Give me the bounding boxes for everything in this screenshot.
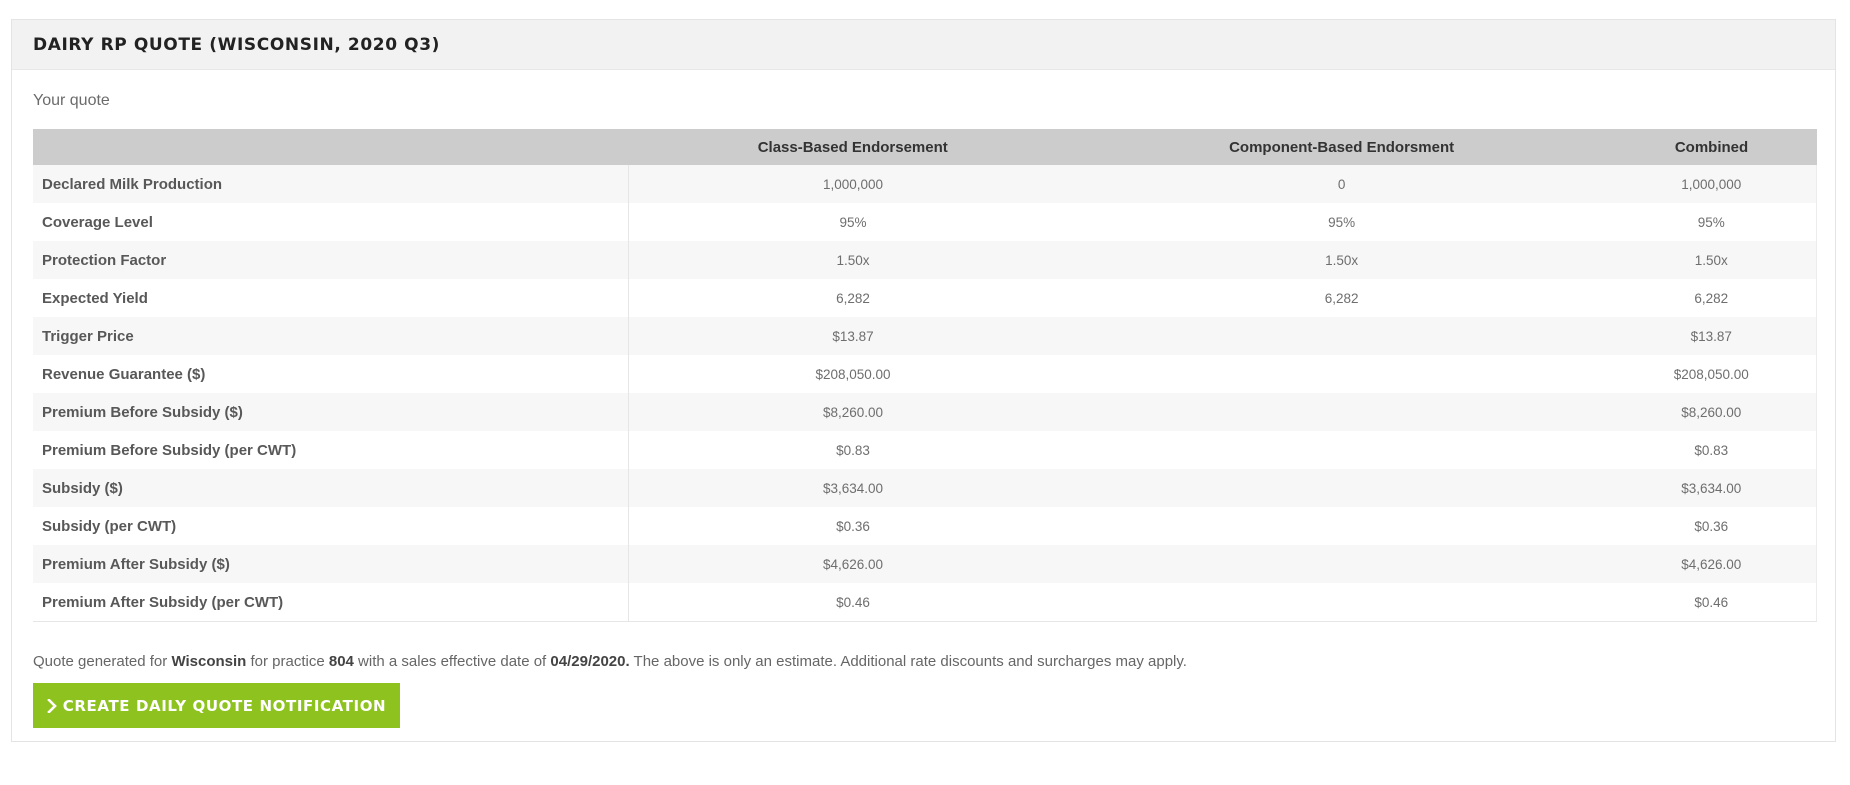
table-row: Trigger Price $13.87 $13.87 (33, 317, 1817, 355)
row-label: Declared Milk Production (33, 165, 630, 203)
table-row: Premium After Subsidy ($) $4,626.00 $4,626… (33, 545, 1817, 583)
table-row: Subsidy (per CWT) $0.36 $0.36 (33, 507, 1817, 545)
header-class-based: Class-Based Endorsement (628, 129, 1077, 165)
cell-component-based (1076, 355, 1607, 393)
cell-component-based (1076, 431, 1607, 469)
create-daily-quote-notification-button[interactable]: CREATE DAILY QUOTE NOTIFICATION (33, 683, 400, 728)
cell-component-based (1076, 507, 1607, 545)
cell-class-based: $13.87 (628, 317, 1077, 355)
cell-class-based: $8,260.00 (628, 393, 1077, 431)
footer-state: Wisconsin (171, 653, 247, 670)
table-row: Revenue Guarantee ($) $208,050.00 $208,050… (33, 355, 1817, 393)
table-row: Declared Milk Production 1,000,000 0 1,000,… (33, 165, 1817, 203)
cell-combined: $0.83 (1606, 431, 1817, 469)
row-label: Premium After Subsidy (per CWT) (33, 583, 630, 622)
cell-combined: $0.46 (1606, 583, 1817, 622)
footer-date: 04/29/2020. (550, 653, 630, 670)
footer-mid1: for practice (246, 653, 329, 670)
row-label: Subsidy (per CWT) (33, 507, 630, 545)
table-row: Expected Yield 6,282 6,282 6,282 (33, 279, 1817, 317)
row-label: Premium Before Subsidy (per CWT) (33, 431, 630, 469)
cell-combined: $13.87 (1606, 317, 1817, 355)
footer-suffix: The above is only an estimate. Additiona… (629, 653, 1187, 670)
table-row: Premium Before Subsidy ($) $8,260.00 $8,26… (33, 393, 1817, 431)
row-label: Subsidy ($) (33, 469, 630, 507)
cell-combined: 1.50x (1606, 241, 1817, 279)
cell-component-based: 0 (1076, 165, 1607, 203)
row-label: Expected Yield (33, 279, 630, 317)
row-label: Premium Before Subsidy ($) (33, 393, 630, 431)
quote-table: Class-Based Endorsement Component-Based … (33, 129, 1817, 622)
cell-combined: $3,634.00 (1606, 469, 1817, 507)
footer-practice: 804 (328, 653, 354, 670)
quote-panel: DAIRY RP QUOTE (WISCONSIN, 2020 Q3) Your… (11, 19, 1836, 742)
cell-component-based (1076, 317, 1607, 355)
cell-component-based (1076, 545, 1607, 583)
cell-class-based: 1.50x (628, 241, 1077, 279)
cell-component-based (1076, 469, 1607, 507)
cell-class-based: 6,282 (628, 279, 1077, 317)
cell-combined: $208,050.00 (1606, 355, 1817, 393)
quote-subtitle: Your quote (33, 92, 110, 109)
cta-label: CREATE DAILY QUOTE NOTIFICATION (62, 696, 387, 715)
row-label: Coverage Level (33, 203, 630, 241)
cell-component-based: 1.50x (1076, 241, 1607, 279)
panel-header: DAIRY RP QUOTE (WISCONSIN, 2020 Q3) (12, 20, 1835, 70)
cell-combined: $4,626.00 (1606, 545, 1817, 583)
cell-combined: 95% (1606, 203, 1817, 241)
cell-component-based (1076, 393, 1607, 431)
cell-combined: $0.36 (1606, 507, 1817, 545)
cell-class-based: $208,050.00 (628, 355, 1077, 393)
table-body: Declared Milk Production 1,000,000 0 1,000,… (33, 165, 1817, 622)
footer-prefix: Quote generated for (33, 653, 172, 670)
footer-mid2: with a sales effective date of (353, 653, 551, 670)
panel-title: DAIRY RP QUOTE (WISCONSIN, 2020 Q3) (33, 34, 440, 55)
row-label: Revenue Guarantee ($) (33, 355, 630, 393)
table-row: Premium Before Subsidy (per CWT) $0.83 $0.… (33, 431, 1817, 469)
header-component-based: Component-Based Endorsment (1076, 129, 1607, 165)
cell-class-based: $0.83 (628, 431, 1077, 469)
chevron-right-icon (46, 698, 57, 713)
cell-class-based: 95% (628, 203, 1077, 241)
cell-class-based: $3,634.00 (628, 469, 1077, 507)
table-row: Coverage Level 95% 95% 95% (33, 203, 1817, 241)
table-row: Protection Factor 1.50x 1.50x 1.50x (33, 241, 1817, 279)
cell-class-based: $4,626.00 (628, 545, 1077, 583)
header-combined: Combined (1606, 129, 1817, 165)
cell-component-based: 95% (1076, 203, 1607, 241)
quote-footer-note: Quote generated for Wisconsin for practi… (33, 653, 1187, 670)
header-label-column (33, 129, 629, 165)
cell-class-based: $0.46 (628, 583, 1077, 622)
cell-combined: 1,000,000 (1606, 165, 1817, 203)
cell-class-based: $0.36 (628, 507, 1077, 545)
table-row: Subsidy ($) $3,634.00 $3,634.00 (33, 469, 1817, 507)
row-label: Protection Factor (33, 241, 630, 279)
cell-class-based: 1,000,000 (628, 165, 1077, 203)
cell-combined: $8,260.00 (1606, 393, 1817, 431)
row-label: Premium After Subsidy ($) (33, 545, 630, 583)
table-row: Premium After Subsidy (per CWT) $0.46 $0.4… (33, 583, 1817, 622)
cell-component-based (1076, 583, 1607, 622)
table-header-row: Class-Based Endorsement Component-Based … (33, 129, 1817, 165)
row-label: Trigger Price (33, 317, 630, 355)
cell-component-based: 6,282 (1076, 279, 1607, 317)
cell-combined: 6,282 (1606, 279, 1817, 317)
